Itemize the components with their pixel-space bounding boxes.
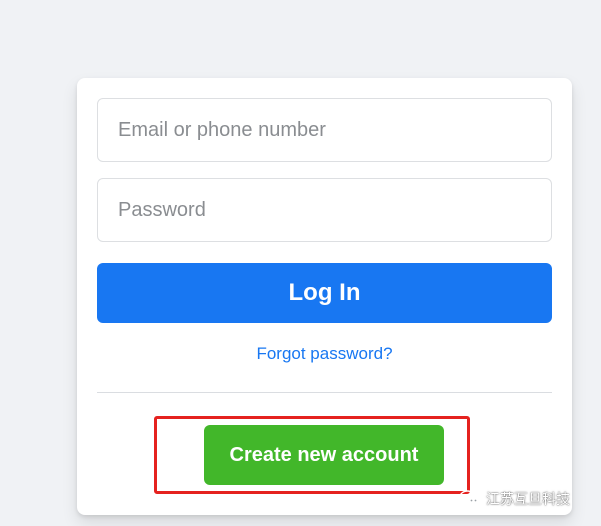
login-card: Log In Forgot password? Create new accou… — [77, 78, 572, 515]
email-field[interactable] — [98, 99, 551, 161]
password-field-wrapper — [97, 178, 552, 242]
divider — [97, 392, 552, 393]
wechat-icon — [459, 490, 481, 507]
password-field[interactable] — [98, 179, 551, 241]
create-account-button[interactable]: Create new account — [204, 425, 444, 485]
email-field-wrapper — [97, 98, 552, 162]
login-button[interactable]: Log In — [97, 263, 552, 323]
forgot-password-link[interactable]: Forgot password? — [77, 343, 572, 365]
watermark-text: 江苏互旦科技 — [486, 492, 570, 508]
watermark: 江苏互旦科技 — [459, 489, 570, 509]
